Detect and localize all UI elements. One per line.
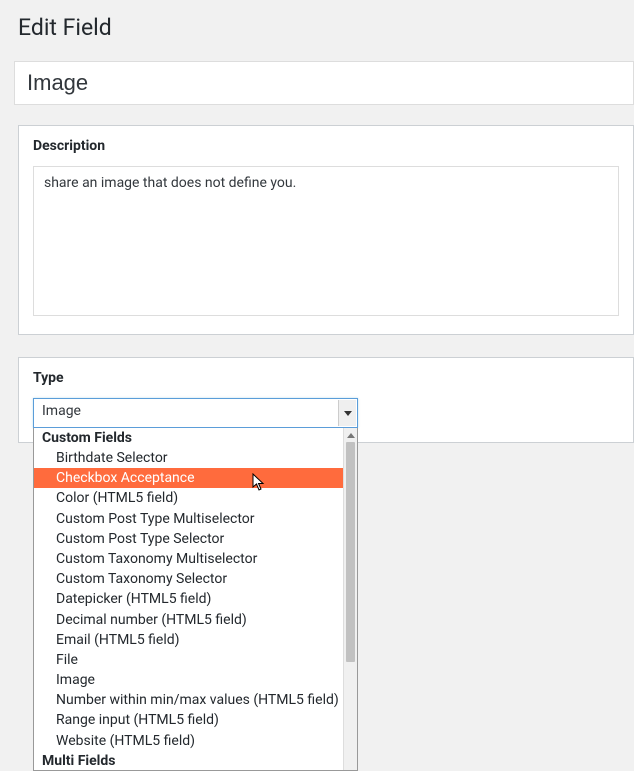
- type-select-display[interactable]: Image: [33, 398, 358, 428]
- type-option[interactable]: Email (HTML5 field): [34, 630, 343, 650]
- type-option[interactable]: Image: [34, 670, 343, 690]
- type-dropdown: Custom FieldsBirthdate SelectorCheckbox …: [33, 428, 358, 771]
- field-name-input[interactable]: [14, 61, 634, 105]
- description-panel: Description: [18, 125, 634, 335]
- optgroup-label: Custom Fields: [34, 428, 343, 448]
- type-select[interactable]: Image Custom FieldsBirthdate SelectorChe…: [33, 398, 358, 428]
- type-option[interactable]: Number within min/max values (HTML5 fiel…: [34, 690, 343, 710]
- type-option[interactable]: Decimal number (HTML5 field): [34, 610, 343, 630]
- type-label: Type: [33, 370, 619, 386]
- description-label: Description: [33, 138, 619, 154]
- page-title: Edit Field: [0, 0, 634, 49]
- optgroup-label: Multi Fields: [34, 751, 343, 771]
- description-textarea[interactable]: [33, 166, 619, 316]
- type-option[interactable]: Range input (HTML5 field): [34, 710, 343, 730]
- scrollbar[interactable]: [343, 428, 357, 770]
- type-option[interactable]: Website (HTML5 field): [34, 731, 343, 751]
- type-option[interactable]: Custom Taxonomy Multiselector: [34, 549, 343, 569]
- type-option[interactable]: Color (HTML5 field): [34, 488, 343, 508]
- type-option[interactable]: File: [34, 650, 343, 670]
- type-option[interactable]: Custom Post Type Selector: [34, 529, 343, 549]
- scrollbar-thumb[interactable]: [346, 442, 355, 662]
- type-selected-value: Image: [42, 403, 81, 419]
- type-option[interactable]: Custom Post Type Multiselector: [34, 509, 343, 529]
- type-option[interactable]: Datepicker (HTML5 field): [34, 589, 343, 609]
- chevron-down-icon: [338, 400, 356, 426]
- scroll-up-icon[interactable]: [344, 428, 357, 442]
- type-option[interactable]: Birthdate Selector: [34, 448, 343, 468]
- type-option[interactable]: Custom Taxonomy Selector: [34, 569, 343, 589]
- type-option[interactable]: Checkbox Acceptance: [34, 468, 343, 488]
- type-panel: Type Image Custom FieldsBirthdate Select…: [18, 357, 634, 443]
- field-name-wrap: [14, 61, 634, 105]
